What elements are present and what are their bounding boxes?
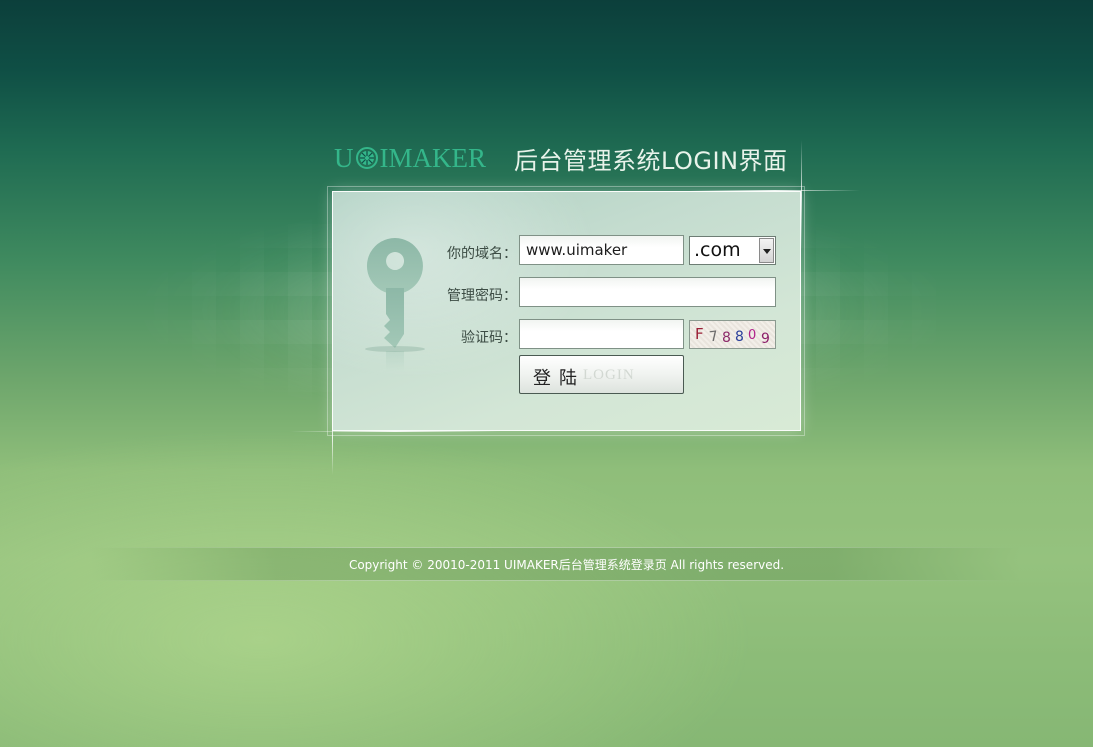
- login-button-label-en: LOGIN: [583, 367, 635, 383]
- page-title: 后台管理系统LOGIN界面: [514, 146, 788, 175]
- domain-input[interactable]: www.uimaker: [519, 235, 684, 265]
- copyright-text: Copyright © 20010-2011 UIMAKER后台管理系统登录页 …: [348, 558, 785, 572]
- footer-divider: [90, 547, 1020, 548]
- login-button[interactable]: 登陆 LOGIN: [519, 355, 684, 394]
- wheel-logo-icon: [355, 147, 378, 169]
- chevron-down-icon[interactable]: [759, 238, 774, 263]
- password-label: 管理密码：: [447, 288, 517, 304]
- login-button-label-cn: 登陆: [533, 368, 585, 389]
- logo-text-post: IMAKER: [379, 142, 487, 173]
- captcha-label: 验证码：: [461, 330, 517, 346]
- footer-divider: [90, 580, 1020, 581]
- captcha-input[interactable]: [519, 319, 684, 349]
- captcha-char: 0: [748, 328, 756, 343]
- captcha-char: 8: [722, 330, 731, 346]
- domain-label: 你的域名：: [447, 246, 517, 262]
- logo-text-pre: U: [334, 142, 354, 173]
- domain-suffix-value: .com: [694, 239, 741, 261]
- domain-suffix-select[interactable]: .com: [689, 236, 776, 265]
- captcha-char: F: [695, 325, 704, 343]
- captcha-char: 7: [708, 328, 719, 345]
- captcha-text: F 7 8 8 0 9: [695, 325, 770, 347]
- logo: U IMAKER: [334, 143, 486, 174]
- page-header: U IMAKER 后台管理系统LOGIN界面: [334, 140, 788, 176]
- captcha-char: 8: [735, 329, 744, 345]
- captcha-image[interactable]: F 7 8 8 0 9: [689, 320, 776, 349]
- captcha-char: 9: [761, 331, 770, 347]
- password-input[interactable]: [519, 277, 776, 307]
